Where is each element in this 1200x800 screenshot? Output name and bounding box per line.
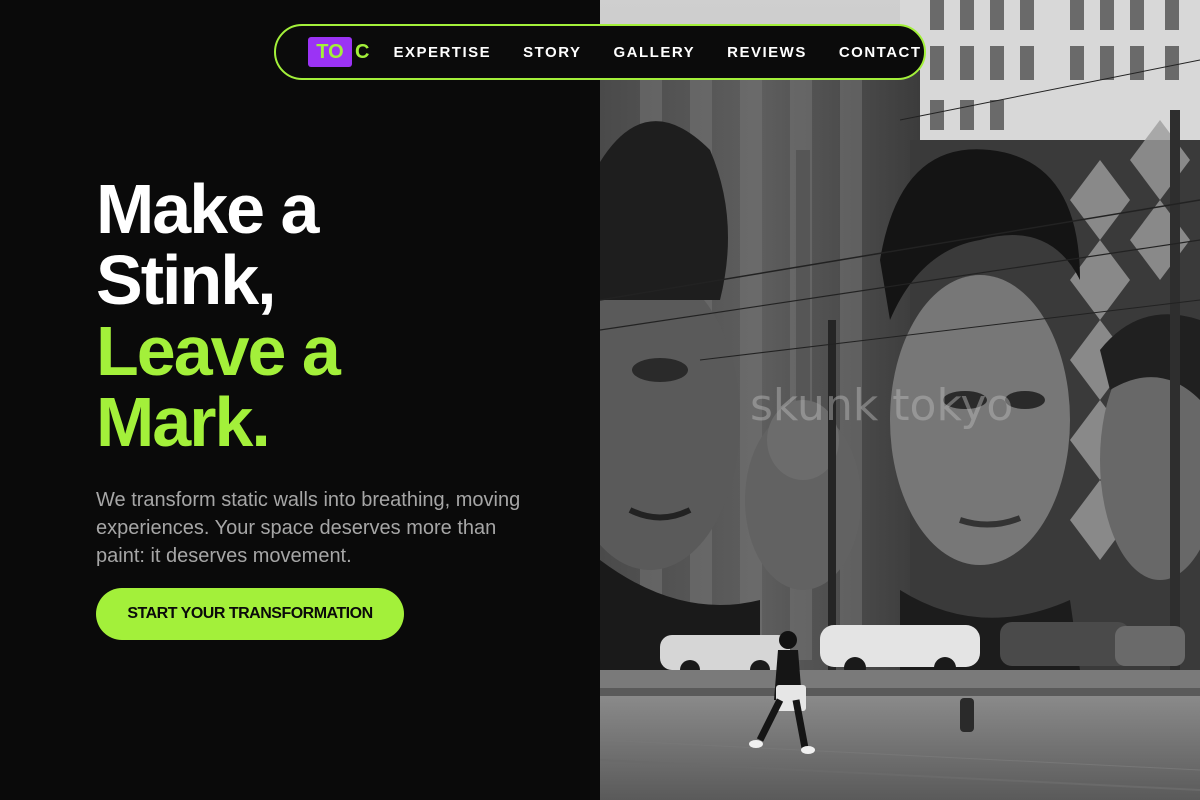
- brand-logo[interactable]: TO C: [308, 37, 369, 67]
- top-nav: TO C EXPERTISE STORY GALLERY REVIEWS CON…: [274, 24, 926, 80]
- logo-suffix: C: [355, 40, 370, 63]
- nav-link-reviews[interactable]: REVIEWS: [727, 44, 807, 61]
- hero-left-panel: Make a Stink, Leave a Mark. We transform…: [0, 0, 600, 800]
- hero-subtext: We transform static walls into breathing…: [96, 489, 521, 567]
- headline-line-1: Make a: [96, 170, 319, 248]
- logo-box: TO: [308, 37, 352, 67]
- photo-watermark: skunk tokyo: [750, 380, 1013, 431]
- mural-photo-illustration: skunk tokyo: [600, 0, 1200, 800]
- nav-link-gallery[interactable]: GALLERY: [614, 44, 696, 61]
- headline-line-4: Mark.: [96, 383, 271, 461]
- headline-line-2: Stink,: [96, 241, 277, 319]
- hero-headline: Make a Stink, Leave a Mark.: [96, 174, 576, 458]
- headline-line-3: Leave a: [96, 312, 341, 390]
- nav-link-story[interactable]: STORY: [523, 44, 581, 61]
- nav-link-expertise[interactable]: EXPERTISE: [393, 44, 491, 61]
- street-mural-photo: skunk tokyo: [600, 0, 1200, 800]
- start-transformation-button[interactable]: START YOUR TRANSFORMATION: [96, 588, 404, 640]
- nav-link-contact[interactable]: CONTACT: [839, 44, 922, 61]
